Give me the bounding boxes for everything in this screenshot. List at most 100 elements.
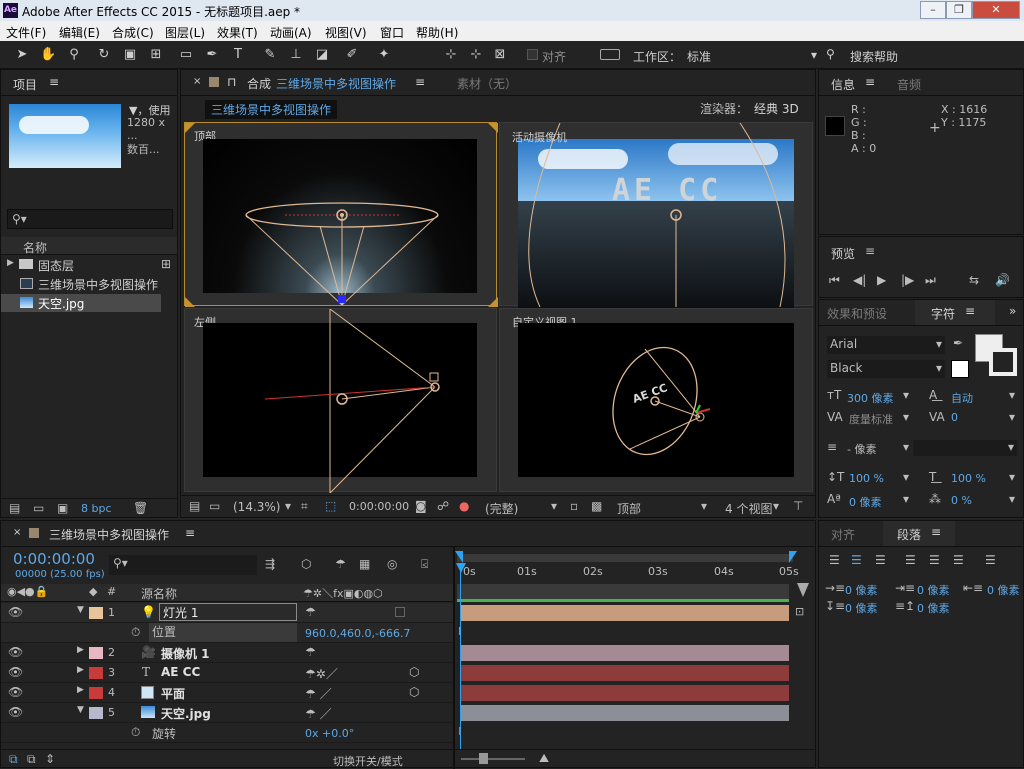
pan-behind-tool-icon[interactable]: ⊞: [148, 47, 164, 63]
shy-switch-icon[interactable]: ☂: [305, 645, 316, 659]
layer-label-color[interactable]: [89, 667, 103, 679]
view-axis-icon[interactable]: ⊠: [492, 47, 508, 63]
view-top[interactable]: 顶部: [184, 122, 498, 307]
search-help-input[interactable]: 搜索帮助: [850, 48, 898, 65]
next-frame-icon[interactable]: |▶: [901, 273, 914, 287]
draft-3d-icon[interactable]: ⬡: [301, 557, 311, 571]
3d-layer-icon[interactable]: ⬡: [409, 685, 419, 699]
visibility-eye-icon[interactable]: 👁: [8, 605, 23, 619]
column-name[interactable]: 名称: [23, 239, 47, 256]
layer-name[interactable]: 平面: [161, 685, 185, 702]
menu-composition[interactable]: 合成(C): [112, 24, 154, 41]
expand-arrow-icon[interactable]: ▼: [77, 705, 84, 715]
project-search-input[interactable]: ⚲▾: [7, 209, 173, 229]
project-item-comp[interactable]: 三维场景中多视图操作: [1, 275, 177, 293]
comp-timecode[interactable]: 0:00:00:00: [349, 500, 409, 513]
close-tab-icon[interactable]: ×: [193, 76, 201, 87]
show-snapshot-icon[interactable]: ☍: [437, 499, 449, 513]
horizontal-scale-value[interactable]: 100 %: [951, 472, 986, 485]
space-after-value[interactable]: 0 像素: [917, 600, 950, 616]
font-style-dropdown[interactable]: Black ▾: [827, 360, 945, 378]
comp-marker-icon[interactable]: ⊡: [795, 605, 804, 618]
eyedropper-icon[interactable]: ✒: [953, 336, 963, 350]
paragraph-tab[interactable]: 段落: [897, 526, 921, 543]
font-size-value[interactable]: 300 像素: [847, 390, 894, 406]
menu-help[interactable]: 帮助(H): [416, 24, 458, 41]
layer-name[interactable]: 天空.jpg: [161, 705, 211, 722]
layer-name[interactable]: AE CC: [161, 665, 200, 679]
interpret-footage-icon[interactable]: ▤: [9, 501, 20, 515]
layer-row[interactable]: 👁 ▶ 4 平面 ☂ ／ ⬡: [1, 683, 453, 703]
layer-row[interactable]: 👁 ▶ 2 🎥 摄像机 1 ☂: [1, 643, 453, 663]
shy-icon[interactable]: ☂: [335, 557, 346, 571]
layer-switches-icon[interactable]: ⧉: [9, 752, 18, 767]
view-left[interactable]: 左侧: [184, 308, 497, 493]
hand-tool-icon[interactable]: ✋: [40, 47, 56, 63]
audio-icon[interactable]: 🔊: [995, 273, 1010, 287]
zoom-in-icon[interactable]: ⛰: [539, 751, 549, 766]
frame-blending-icon[interactable]: ▦: [359, 557, 370, 571]
panel-menu-icon[interactable]: ≡: [185, 526, 195, 540]
visibility-eye-icon[interactable]: 👁: [8, 665, 23, 679]
chevron-down-icon[interactable]: ▾: [1009, 388, 1015, 402]
stopwatch-icon[interactable]: ⏱: [131, 725, 140, 740]
comp-navigator-bar[interactable]: [457, 584, 789, 600]
visibility-eye-icon[interactable]: 👁: [8, 645, 23, 659]
menu-file[interactable]: 文件(F): [6, 24, 46, 41]
justify-all-icon[interactable]: ☰: [985, 553, 996, 567]
property-row[interactable]: ⏱ 位置 960.0,460.0,-666.7: [1, 623, 453, 643]
kerning-value[interactable]: 度量标准: [849, 411, 893, 427]
space-before-value[interactable]: 0 像素: [845, 600, 878, 616]
view-layout-dropdown[interactable]: 4 个视图: [725, 500, 772, 517]
project-item-solids[interactable]: ▶ 固态层 ⊞: [1, 256, 177, 274]
type-tool-icon[interactable]: T: [230, 47, 246, 63]
trash-icon[interactable]: 🗑: [133, 501, 148, 515]
tsume-value[interactable]: 0 %: [951, 494, 972, 507]
layer-label-color[interactable]: [89, 607, 103, 619]
puppet-pin-tool-icon[interactable]: ✦: [376, 47, 392, 63]
chevron-down-icon[interactable]: ▾: [903, 440, 909, 454]
effects-tab[interactable]: 效果和预设: [827, 305, 887, 322]
align-tab[interactable]: 对齐: [831, 526, 855, 543]
shy-switch-icon[interactable]: ☂✲／: [305, 665, 338, 682]
pen-tool-icon[interactable]: ✒: [204, 47, 220, 63]
baseline-shift-value[interactable]: 0 像素: [849, 494, 882, 510]
chevron-down-icon[interactable]: ▾: [551, 499, 557, 513]
justify-right-icon[interactable]: ☰: [953, 553, 964, 567]
grid-icon[interactable]: ⌗: [301, 499, 308, 514]
roi-toggle-icon[interactable]: ▫: [570, 499, 578, 513]
layer-name[interactable]: 摄像机 1: [161, 645, 210, 662]
navigator-end-marker[interactable]: [797, 583, 809, 597]
layer-label-color[interactable]: [89, 647, 103, 659]
leading-value[interactable]: 自动: [951, 390, 973, 406]
vertical-scale-value[interactable]: 100 %: [849, 472, 884, 485]
comp-mini-flowchart-icon[interactable]: ⇶: [265, 557, 275, 571]
menu-effect[interactable]: 效果(T): [217, 24, 258, 41]
chevron-down-icon[interactable]: ▾: [1009, 470, 1015, 484]
chevron-down-icon[interactable]: ▾: [1009, 492, 1015, 506]
first-frame-icon[interactable]: ⏮: [829, 273, 840, 288]
menu-edit[interactable]: 编辑(E): [59, 24, 100, 41]
layer-row[interactable]: 👁 ▶ 3 T AE CC ☂✲／ ⬡: [1, 663, 453, 683]
panel-menu-icon[interactable]: ≡: [415, 75, 425, 89]
layer-row[interactable]: 👁 ▼ 5 天空.jpg ☂ ／: [1, 703, 453, 723]
vr-icon[interactable]: [600, 49, 620, 60]
layer-duration-bar[interactable]: [461, 645, 789, 661]
menu-layer[interactable]: 图层(L): [165, 24, 205, 41]
timeline-search-input[interactable]: ⚲▾: [109, 555, 257, 575]
align-center-icon[interactable]: ☰: [851, 553, 862, 567]
menu-window[interactable]: 窗口: [380, 24, 404, 41]
lock-icon[interactable]: ⊓: [227, 75, 236, 89]
panel-menu-icon[interactable]: ≡: [931, 525, 941, 539]
panel-menu-icon[interactable]: ≡: [49, 75, 59, 89]
view-dropdown[interactable]: 顶部: [617, 500, 641, 517]
close-button[interactable]: ✕: [972, 1, 1020, 19]
chevron-down-icon[interactable]: ▾: [1009, 410, 1015, 424]
timeline-tab[interactable]: 三维场景中多视图操作: [49, 526, 169, 543]
visibility-eye-icon[interactable]: 👁: [8, 685, 23, 699]
property-value[interactable]: 960.0,460.0,-666.7: [305, 627, 410, 640]
always-preview-icon[interactable]: ▤: [189, 499, 200, 513]
chevron-down-icon[interactable]: ▾: [903, 470, 909, 484]
maximize-button[interactable]: ❐: [946, 1, 972, 19]
view-active-camera[interactable]: AE CC 活动摄像机: [499, 122, 813, 309]
